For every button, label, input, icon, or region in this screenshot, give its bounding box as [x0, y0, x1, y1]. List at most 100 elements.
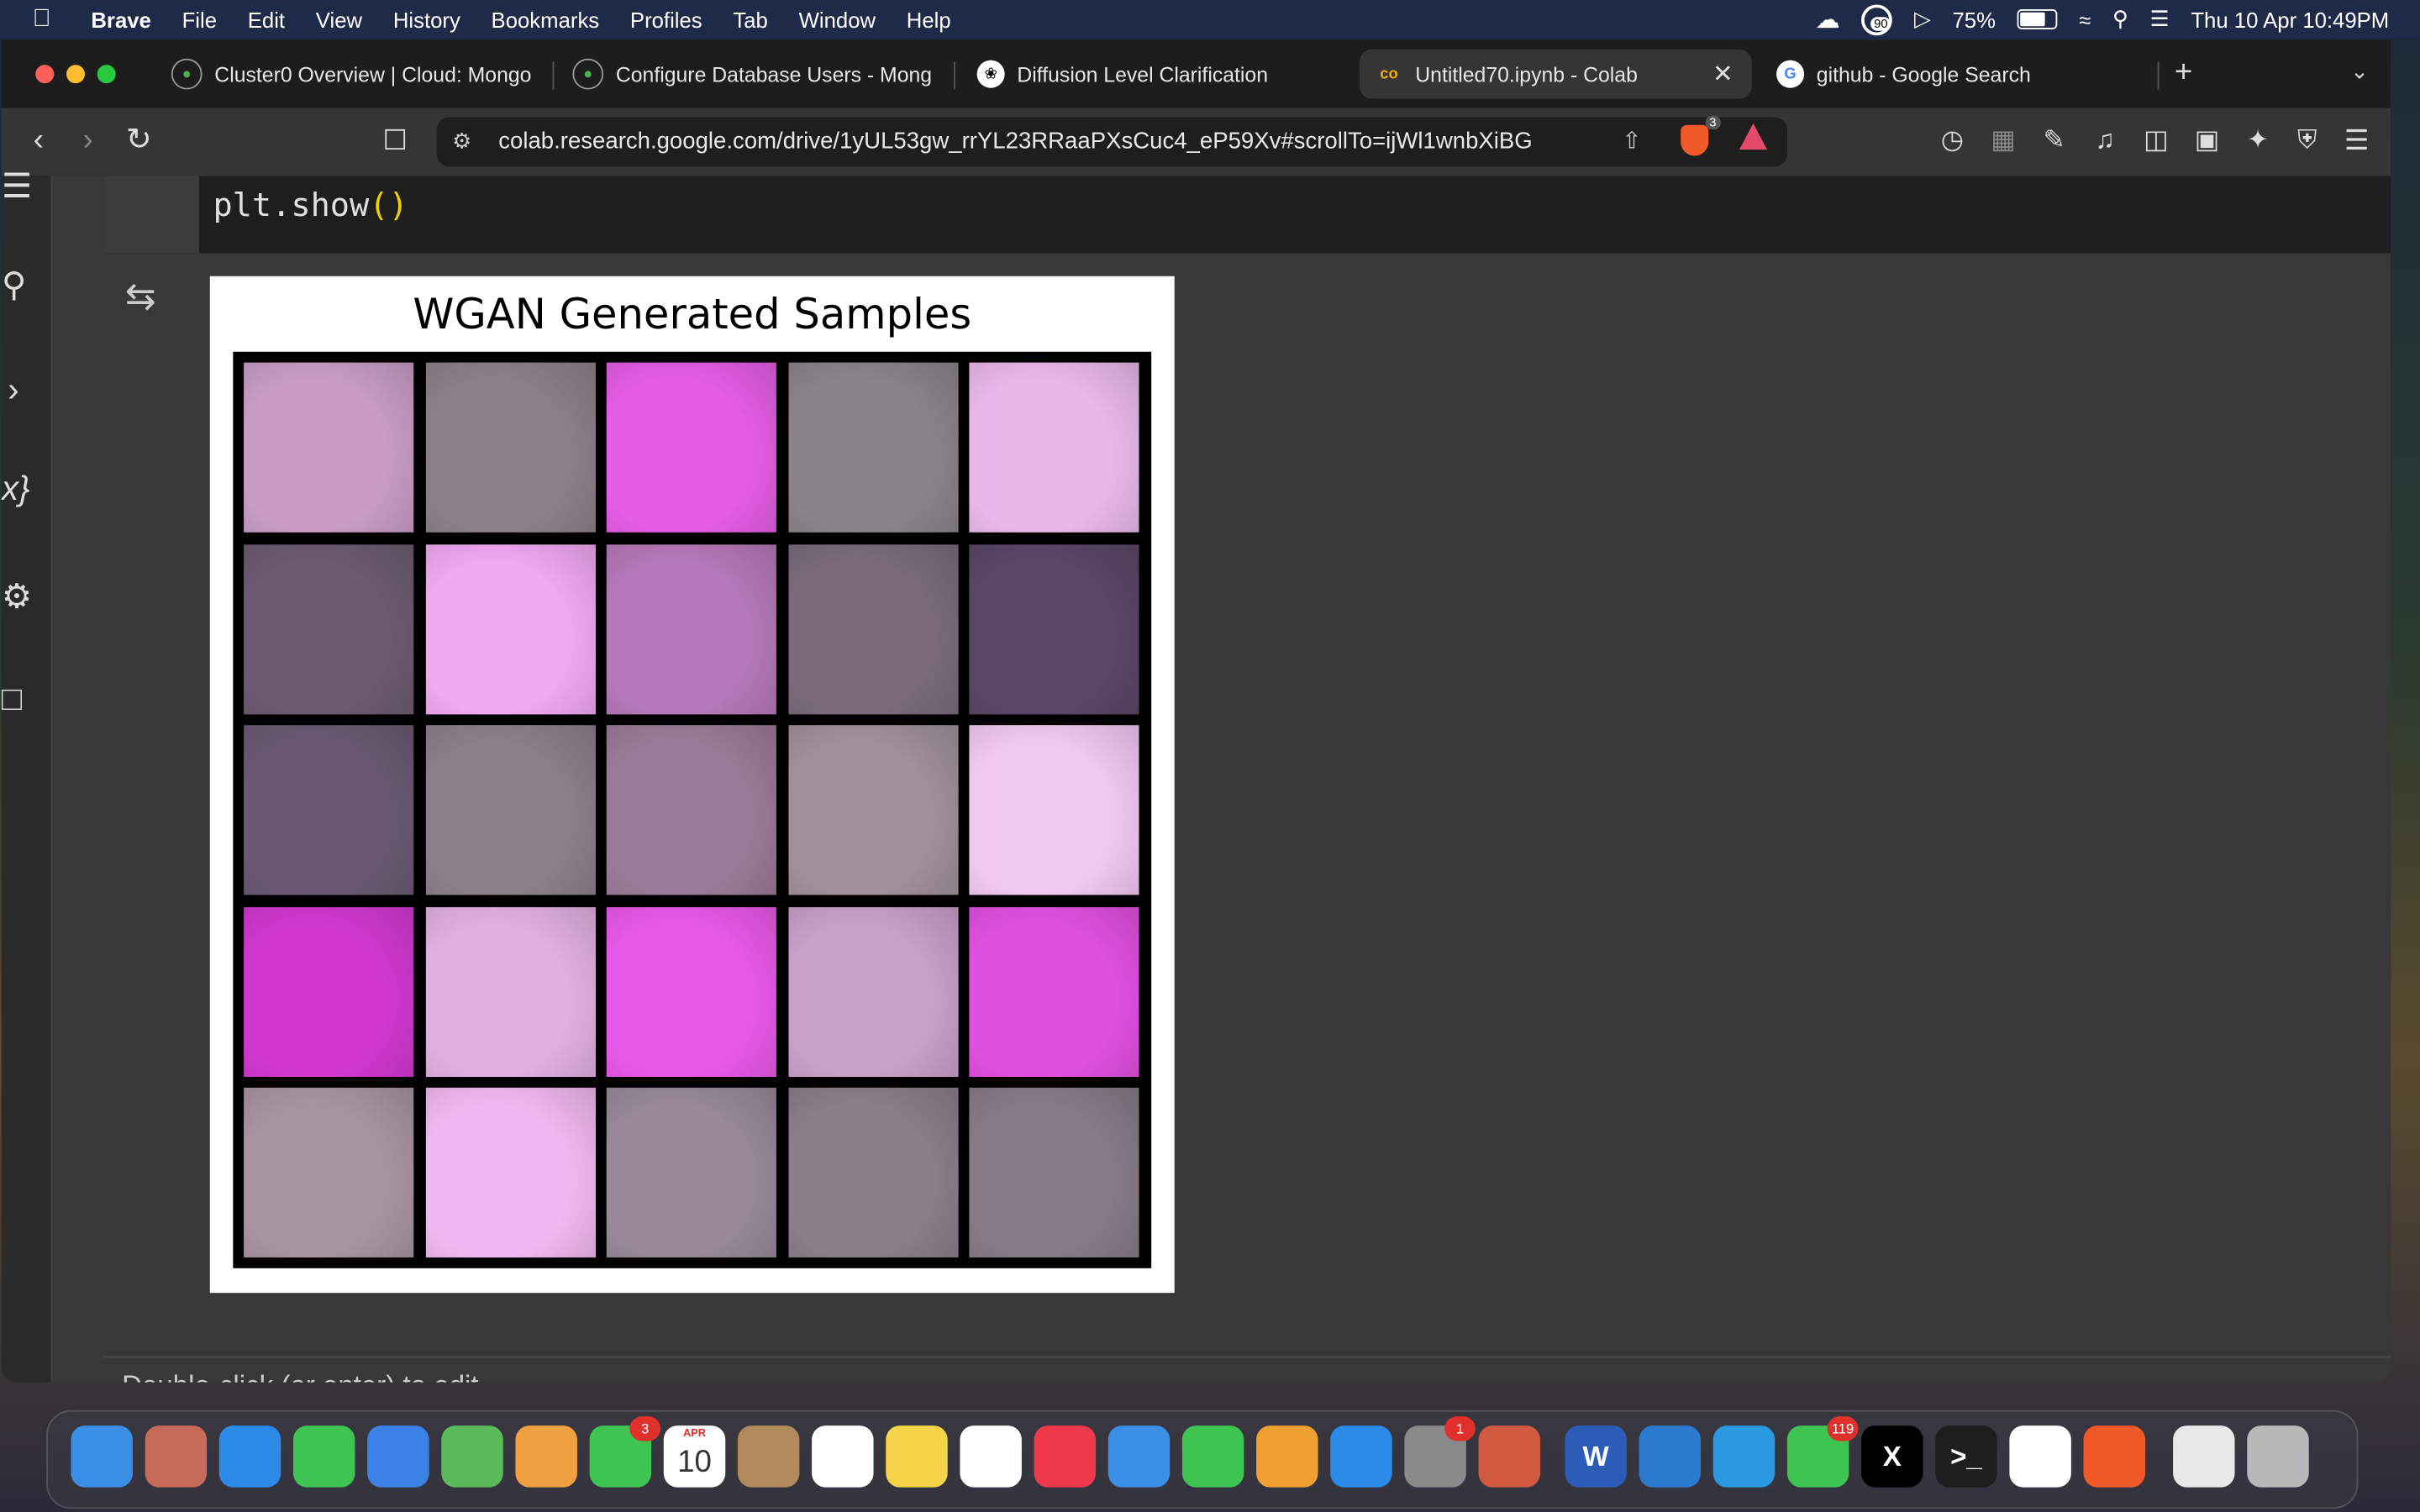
- chevron-right-icon[interactable]: ›: [8, 370, 18, 411]
- shields-count: 3: [1704, 115, 1721, 130]
- keynote-icon[interactable]: [1107, 1425, 1171, 1488]
- variables-icon[interactable]: x}: [2, 469, 30, 509]
- forward-icon[interactable]: ›: [71, 123, 104, 157]
- grammarly-icon[interactable]: 90: [1861, 3, 1893, 35]
- clock[interactable]: Thu 10 Apr 10:49PM: [2191, 7, 2389, 31]
- media-icon[interactable]: ♫: [2088, 123, 2122, 157]
- secrets-key-icon[interactable]: ⚙: [2, 577, 32, 617]
- code-cell[interactable]: plt.show() ⇆ WGAN Generated Samples: [103, 176, 2391, 1358]
- minimize-window-button[interactable]: [66, 65, 86, 84]
- telegram-icon[interactable]: [1712, 1425, 1776, 1488]
- freeform-icon[interactable]: [960, 1425, 1022, 1488]
- code-paren-close: ): [388, 186, 408, 224]
- menu-window[interactable]: Window: [799, 7, 876, 31]
- iphone-mirroring-icon[interactable]: [1478, 1425, 1541, 1488]
- leo-ai-icon[interactable]: ✦: [2241, 123, 2275, 157]
- menu-file[interactable]: File: [182, 7, 217, 31]
- x-icon[interactable]: X: [1861, 1425, 1923, 1488]
- menu-view[interactable]: View: [316, 7, 362, 31]
- word-icon[interactable]: W: [1565, 1425, 1627, 1488]
- close-window-button[interactable]: [35, 65, 55, 84]
- battery-icon[interactable]: [2017, 9, 2058, 29]
- cell-gutter[interactable]: [103, 176, 199, 254]
- facetime-icon[interactable]: 3: [589, 1416, 661, 1488]
- site-settings-icon[interactable]: ⚙: [452, 128, 471, 154]
- output-figure: WGAN Generated Samples: [209, 276, 1175, 1294]
- zoom-window-button[interactable]: [97, 65, 116, 84]
- url-text[interactable]: colab.research.google.com/drive/1yUL53gw…: [498, 128, 1532, 154]
- find-icon[interactable]: ⚲: [2, 265, 27, 306]
- tab-cluster0[interactable]: ● Cluster0 Overview | Cloud: Mongo: [156, 50, 534, 99]
- back-icon[interactable]: ‹: [22, 123, 55, 157]
- reminders-icon[interactable]: [812, 1425, 874, 1488]
- extensions-puzzle-icon[interactable]: ✎: [2037, 123, 2070, 157]
- menu-history[interactable]: History: [393, 7, 460, 31]
- reload-icon[interactable]: ↻: [122, 123, 155, 157]
- generated-sample-tile: [969, 362, 1139, 533]
- apple-icon[interactable]: : [33, 5, 64, 33]
- control-center-icon[interactable]: ☰: [2150, 6, 2170, 32]
- new-tab-icon[interactable]: +: [2175, 55, 2192, 91]
- generated-sample-tile: [425, 543, 596, 714]
- brave-icon[interactable]: [2083, 1425, 2146, 1488]
- output-actions-icon[interactable]: ⇆: [125, 275, 177, 318]
- menu-hamburger-icon[interactable]: ☰: [2339, 123, 2373, 157]
- sidebar-icon[interactable]: ◫: [2139, 123, 2173, 157]
- tab-list-chevron-icon[interactable]: ⌄: [2350, 59, 2369, 85]
- bookmark-icon[interactable]: ☐: [378, 123, 412, 157]
- pages-icon[interactable]: [1256, 1425, 1318, 1488]
- mail-icon[interactable]: [367, 1425, 429, 1488]
- code-line[interactable]: plt.show(): [213, 186, 408, 223]
- maps-icon[interactable]: [441, 1425, 503, 1488]
- menu-tab[interactable]: Tab: [733, 7, 767, 31]
- whatsapp-icon[interactable]: 119: [1786, 1416, 1859, 1488]
- generated-sample-tile: [969, 543, 1139, 714]
- app-store-icon[interactable]: [1330, 1425, 1392, 1488]
- markdown-cell-hint[interactable]: Double-click (or enter) to edit: [122, 1370, 478, 1383]
- brave-shields-icon[interactable]: 3: [1681, 115, 1721, 156]
- menu-app[interactable]: Brave: [91, 7, 150, 31]
- menu-profiles[interactable]: Profiles: [630, 7, 702, 31]
- spotlight-icon[interactable]: ⚲: [2112, 6, 2128, 32]
- notes-icon[interactable]: [886, 1425, 948, 1488]
- vscode-icon[interactable]: [1639, 1425, 1702, 1488]
- trash-icon[interactable]: [2247, 1425, 2309, 1488]
- history-extension-icon[interactable]: ◷: [1935, 123, 1969, 157]
- generated-sample-tile: [606, 725, 776, 895]
- tab-configure-users[interactable]: ● Configure Database Users - Mong: [557, 50, 935, 99]
- vpn-icon[interactable]: ⛨: [2291, 123, 2324, 157]
- menu-edit[interactable]: Edit: [248, 7, 285, 31]
- files-folder-icon[interactable]: □: [2, 679, 22, 719]
- table-of-contents-icon[interactable]: ☰: [2, 166, 32, 207]
- generated-sample-tile: [606, 906, 776, 1077]
- share-icon[interactable]: ⇧: [1622, 127, 1641, 154]
- system-settings-icon[interactable]: 1: [1404, 1416, 1476, 1488]
- safari-icon[interactable]: [218, 1425, 281, 1488]
- wifi-icon[interactable]: ≈: [2079, 7, 2091, 31]
- address-bar[interactable]: ⚙ colab.research.google.com/drive/1yUL53…: [436, 115, 1787, 167]
- terminal-icon[interactable]: >_: [1935, 1425, 1997, 1488]
- menu-bookmarks[interactable]: Bookmarks: [492, 7, 600, 31]
- photos-icon[interactable]: [515, 1425, 577, 1488]
- mongodb-compass-icon[interactable]: [2009, 1425, 2071, 1488]
- contacts-icon[interactable]: [737, 1425, 800, 1488]
- tab-colab[interactable]: co Untitled70.ipynb - Colab ✕: [1360, 49, 1752, 99]
- finder-icon[interactable]: [71, 1425, 133, 1488]
- generated-sample-tile: [244, 725, 414, 895]
- music-icon[interactable]: [1034, 1425, 1097, 1488]
- close-tab-icon[interactable]: ✕: [1712, 59, 1733, 90]
- tab-github-search[interactable]: G github - Google Search: [1761, 50, 2147, 99]
- stack-extension-icon[interactable]: ▦: [1986, 123, 2020, 157]
- calendar-icon[interactable]: APR 10: [663, 1425, 726, 1488]
- brave-rewards-icon[interactable]: [1739, 123, 1768, 150]
- wallet-icon[interactable]: ▣: [2190, 123, 2223, 157]
- play-icon[interactable]: ▷: [1914, 6, 1931, 32]
- menu-help[interactable]: Help: [907, 7, 951, 31]
- code-editor[interactable]: plt.show(): [103, 176, 2391, 254]
- downloads-icon[interactable]: [2173, 1425, 2235, 1488]
- messages-icon[interactable]: [292, 1425, 355, 1488]
- cloud-icon[interactable]: ☁: [1815, 4, 1839, 35]
- launchpad-icon[interactable]: [145, 1425, 208, 1488]
- tab-diffusion[interactable]: ❀ Diffusion Level Clarification: [961, 50, 1347, 99]
- numbers-icon[interactable]: [1181, 1425, 1244, 1488]
